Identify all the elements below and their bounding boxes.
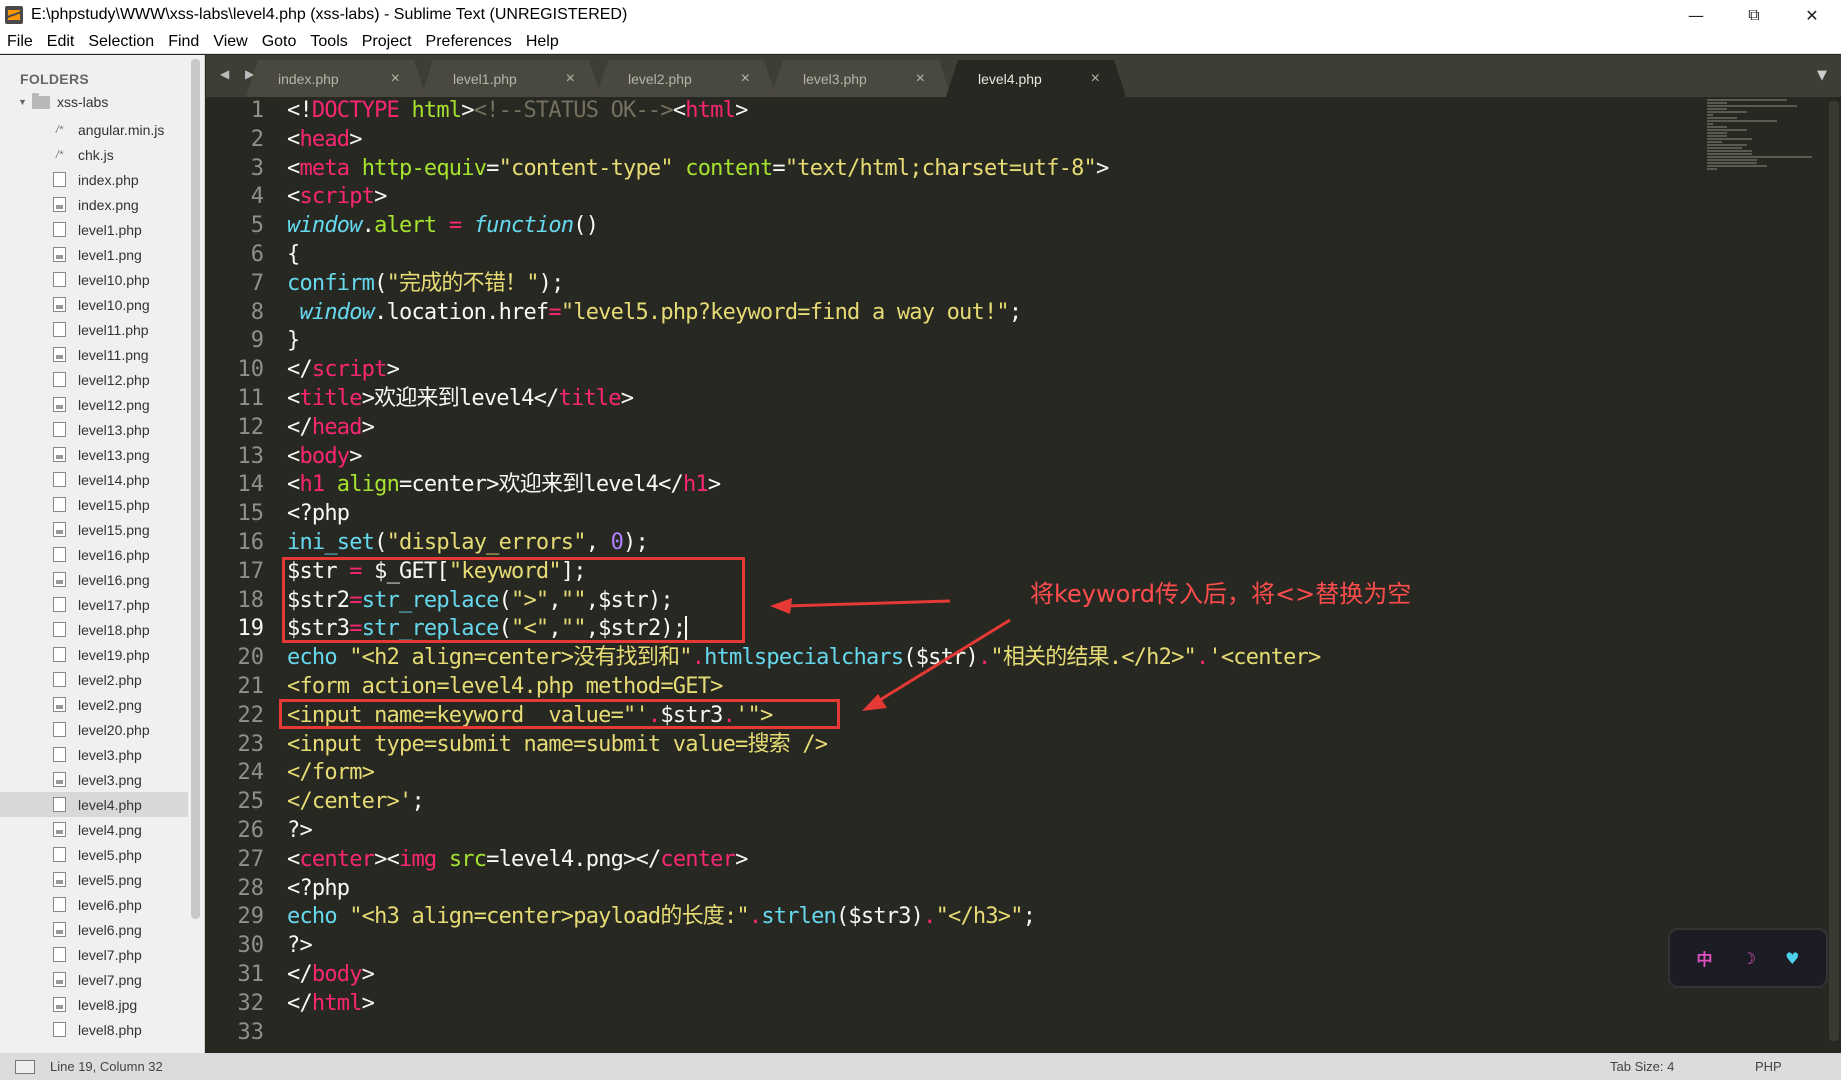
arrow-to-str-replace: [770, 598, 951, 614]
cursor-position: Line 19, Column 32: [50, 1059, 163, 1074]
tab-size-indicator[interactable]: Tab Size: 4: [1610, 1059, 1674, 1074]
ime-toolbar[interactable]: 中 ☽ ♥: [1668, 928, 1828, 988]
console-toggle-icon[interactable]: [15, 1059, 35, 1074]
ime-language-button[interactable]: 中: [1697, 946, 1713, 970]
status-bar: Line 19, Column 32 Tab Size: 4 PHP: [0, 1053, 1841, 1080]
syntax-indicator[interactable]: PHP: [1755, 1059, 1782, 1074]
arrow-to-input-value: [862, 618, 1011, 711]
moon-icon[interactable]: ☽: [1742, 949, 1756, 968]
annotation-arrows: [770, 598, 1011, 711]
skin-icon[interactable]: ♥: [1785, 949, 1799, 968]
